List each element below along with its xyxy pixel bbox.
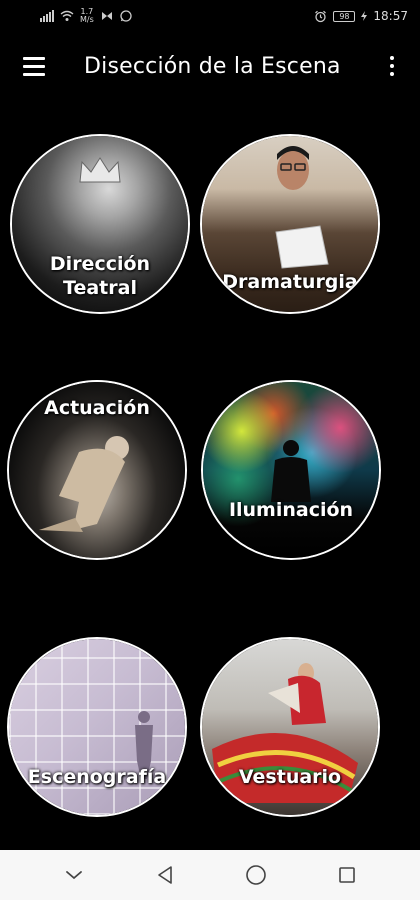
nfc-icon — [101, 12, 112, 20]
category-label: Iluminación — [228, 499, 354, 521]
app-bar: Disección de la Escena — [0, 32, 420, 100]
whatsapp-icon — [120, 10, 132, 22]
category-label: Dirección Teatral — [49, 253, 151, 299]
paper-sheets-icon — [275, 225, 329, 269]
home-circle-icon[interactable] — [234, 853, 278, 897]
system-nav-bar — [0, 850, 420, 900]
category-actuacion[interactable]: Actuación — [7, 380, 187, 560]
category-iluminacion[interactable]: Iluminación — [201, 380, 381, 560]
category-direccion-teatral[interactable]: Dirección Teatral — [10, 134, 190, 314]
wifi-icon — [60, 10, 74, 21]
category-label: Dramaturgia — [222, 271, 358, 293]
battery-level: 98 — [339, 11, 350, 21]
back-triangle-icon[interactable] — [143, 853, 187, 897]
category-label: Actuación — [44, 397, 150, 419]
silhouette-figure — [271, 440, 311, 502]
battery-icon: 98 — [333, 10, 356, 22]
alarm-icon — [315, 10, 327, 22]
person-portrait-icon — [277, 146, 309, 190]
charging-bolt-icon — [361, 11, 368, 21]
more-vert-icon[interactable] — [380, 42, 404, 90]
page-title: Disección de la Escena — [84, 53, 341, 79]
network-speed-unit: M/s — [80, 15, 94, 24]
chevron-down-icon[interactable] — [52, 853, 96, 897]
status-time: 18:57 — [373, 9, 408, 23]
kneeling-actor-figure — [39, 436, 129, 532]
category-dramaturgia[interactable]: Dramaturgia — [200, 134, 380, 314]
status-bar: 1.7 M/s 98 18:57 — [0, 0, 420, 32]
status-bar-left: 1.7 M/s — [40, 8, 132, 24]
hamburger-menu-icon[interactable] — [10, 42, 58, 90]
network-speed: 1.7 M/s — [80, 8, 94, 24]
signal-icon — [40, 10, 54, 22]
category-label: Escenografía — [27, 766, 167, 788]
status-bar-right: 98 18:57 — [314, 9, 408, 23]
costume-dancer-figure — [212, 663, 358, 803]
category-vestuario[interactable]: Vestuario — [200, 637, 380, 817]
crown-icon — [79, 157, 121, 183]
category-label: Vestuario — [238, 766, 342, 788]
recents-square-icon[interactable] — [325, 853, 369, 897]
category-escenografia[interactable]: Escenografía — [7, 637, 187, 817]
